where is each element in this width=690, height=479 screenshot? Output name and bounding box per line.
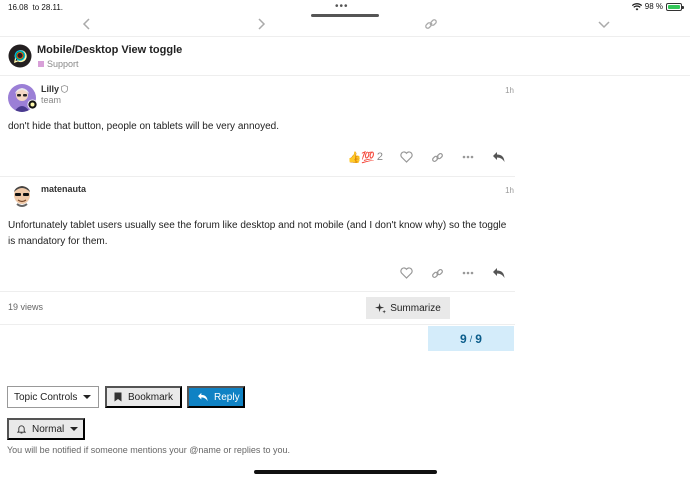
notification-level-dropdown[interactable]: Normal [7, 418, 85, 440]
shield-icon [61, 85, 69, 93]
timeline-divider [0, 324, 515, 325]
caret-down-icon [83, 395, 92, 399]
forward-icon[interactable] [254, 17, 268, 31]
moderator-badge-icon [27, 99, 38, 110]
bookmark-button[interactable]: Bookmark [105, 386, 182, 408]
progress-total: 9 [475, 331, 482, 346]
ellipsis-icon [462, 271, 474, 275]
category-link[interactable]: Support [47, 59, 79, 69]
topic-title[interactable]: Mobile/Desktop View toggle [37, 44, 182, 56]
progress-current: 9 [460, 331, 467, 346]
back-icon[interactable] [80, 17, 94, 31]
more-actions-button[interactable] [460, 149, 476, 165]
reply-to-post-button[interactable] [491, 265, 507, 281]
heart-icon [399, 151, 413, 163]
like-button[interactable] [398, 149, 414, 165]
post-body: Unfortunately tablet users usually see t… [8, 220, 507, 247]
bell-icon [17, 425, 26, 434]
post-body: don't hide that button, people on tablet… [8, 121, 279, 132]
category-color-badge [38, 61, 44, 67]
battery-icon [666, 2, 684, 11]
summarize-button[interactable]: Summarize [366, 297, 450, 319]
post-username[interactable]: Lilly [41, 84, 69, 94]
browser-toolbar [0, 14, 690, 36]
link-icon[interactable] [424, 17, 438, 31]
caret-down-icon [70, 427, 79, 431]
avatar[interactable] [8, 182, 36, 210]
topic-controls-dropdown[interactable]: Topic Controls [7, 386, 99, 408]
link-icon [431, 268, 443, 278]
discourse-logo[interactable] [8, 44, 32, 68]
reply-button[interactable]: Reply [187, 386, 245, 408]
reply-label: Reply [214, 391, 240, 403]
reply-arrow-icon [493, 152, 505, 162]
post-actions [383, 265, 507, 281]
post-lilly: Lilly team 1h don't hide that button, pe… [0, 82, 515, 177]
post-date[interactable]: 1h [505, 86, 514, 95]
reply-arrow-icon [198, 392, 208, 402]
post-user-title: team [41, 95, 62, 105]
reply-arrow-icon [493, 268, 505, 278]
heart-icon [399, 267, 413, 279]
topic-controls-label: Topic Controls [14, 391, 78, 403]
reactions-emoji[interactable]: 👍💯 [347, 149, 374, 165]
post-actions: 👍💯 2 [347, 149, 507, 165]
battery-percent: 98 % [644, 2, 663, 11]
chevron-down-icon[interactable] [597, 17, 611, 31]
status-time: 16.08 to 28.11. [8, 3, 64, 12]
copy-link-button[interactable] [429, 265, 445, 281]
reply-to-post-button[interactable] [491, 149, 507, 165]
like-button[interactable] [398, 265, 414, 281]
summarize-label: Summarize [390, 302, 441, 314]
ellipsis-icon [462, 155, 474, 159]
notification-level-label: Normal [32, 423, 65, 435]
topic-header: Mobile/Desktop View toggle Support [0, 36, 690, 76]
bookmark-label: Bookmark [128, 391, 174, 403]
copy-link-button[interactable] [429, 149, 445, 165]
post-divider [0, 176, 515, 177]
home-indicator[interactable] [254, 470, 437, 474]
browser-handle[interactable] [311, 14, 379, 17]
post-username[interactable]: matenauta [41, 184, 86, 194]
sparkle-icon [375, 302, 387, 314]
post-date[interactable]: 1h [505, 186, 514, 195]
post-divider [0, 291, 515, 292]
status-indicators: 98 % [631, 2, 684, 11]
topic-progress[interactable]: 9 / 9 [428, 326, 514, 351]
post-matenauta: matenauta 1h Unfortunately tablet users … [0, 180, 515, 290]
link-icon [431, 152, 443, 162]
reaction-count[interactable]: 2 [377, 149, 383, 165]
more-actions-button[interactable] [460, 265, 476, 281]
progress-separator: / [469, 333, 473, 344]
wifi-icon [631, 2, 642, 10]
battery-fill [668, 4, 680, 9]
user-avatar-icon [8, 182, 36, 210]
multitasking-dots[interactable]: ••• [335, 1, 349, 12]
views-count: 19 views [8, 302, 44, 312]
bookmark-icon [114, 392, 122, 402]
notification-description: You will be notified if someone mentions… [7, 445, 290, 455]
status-bar: 16.08 to 28.11. ••• 98 % [0, 0, 690, 14]
